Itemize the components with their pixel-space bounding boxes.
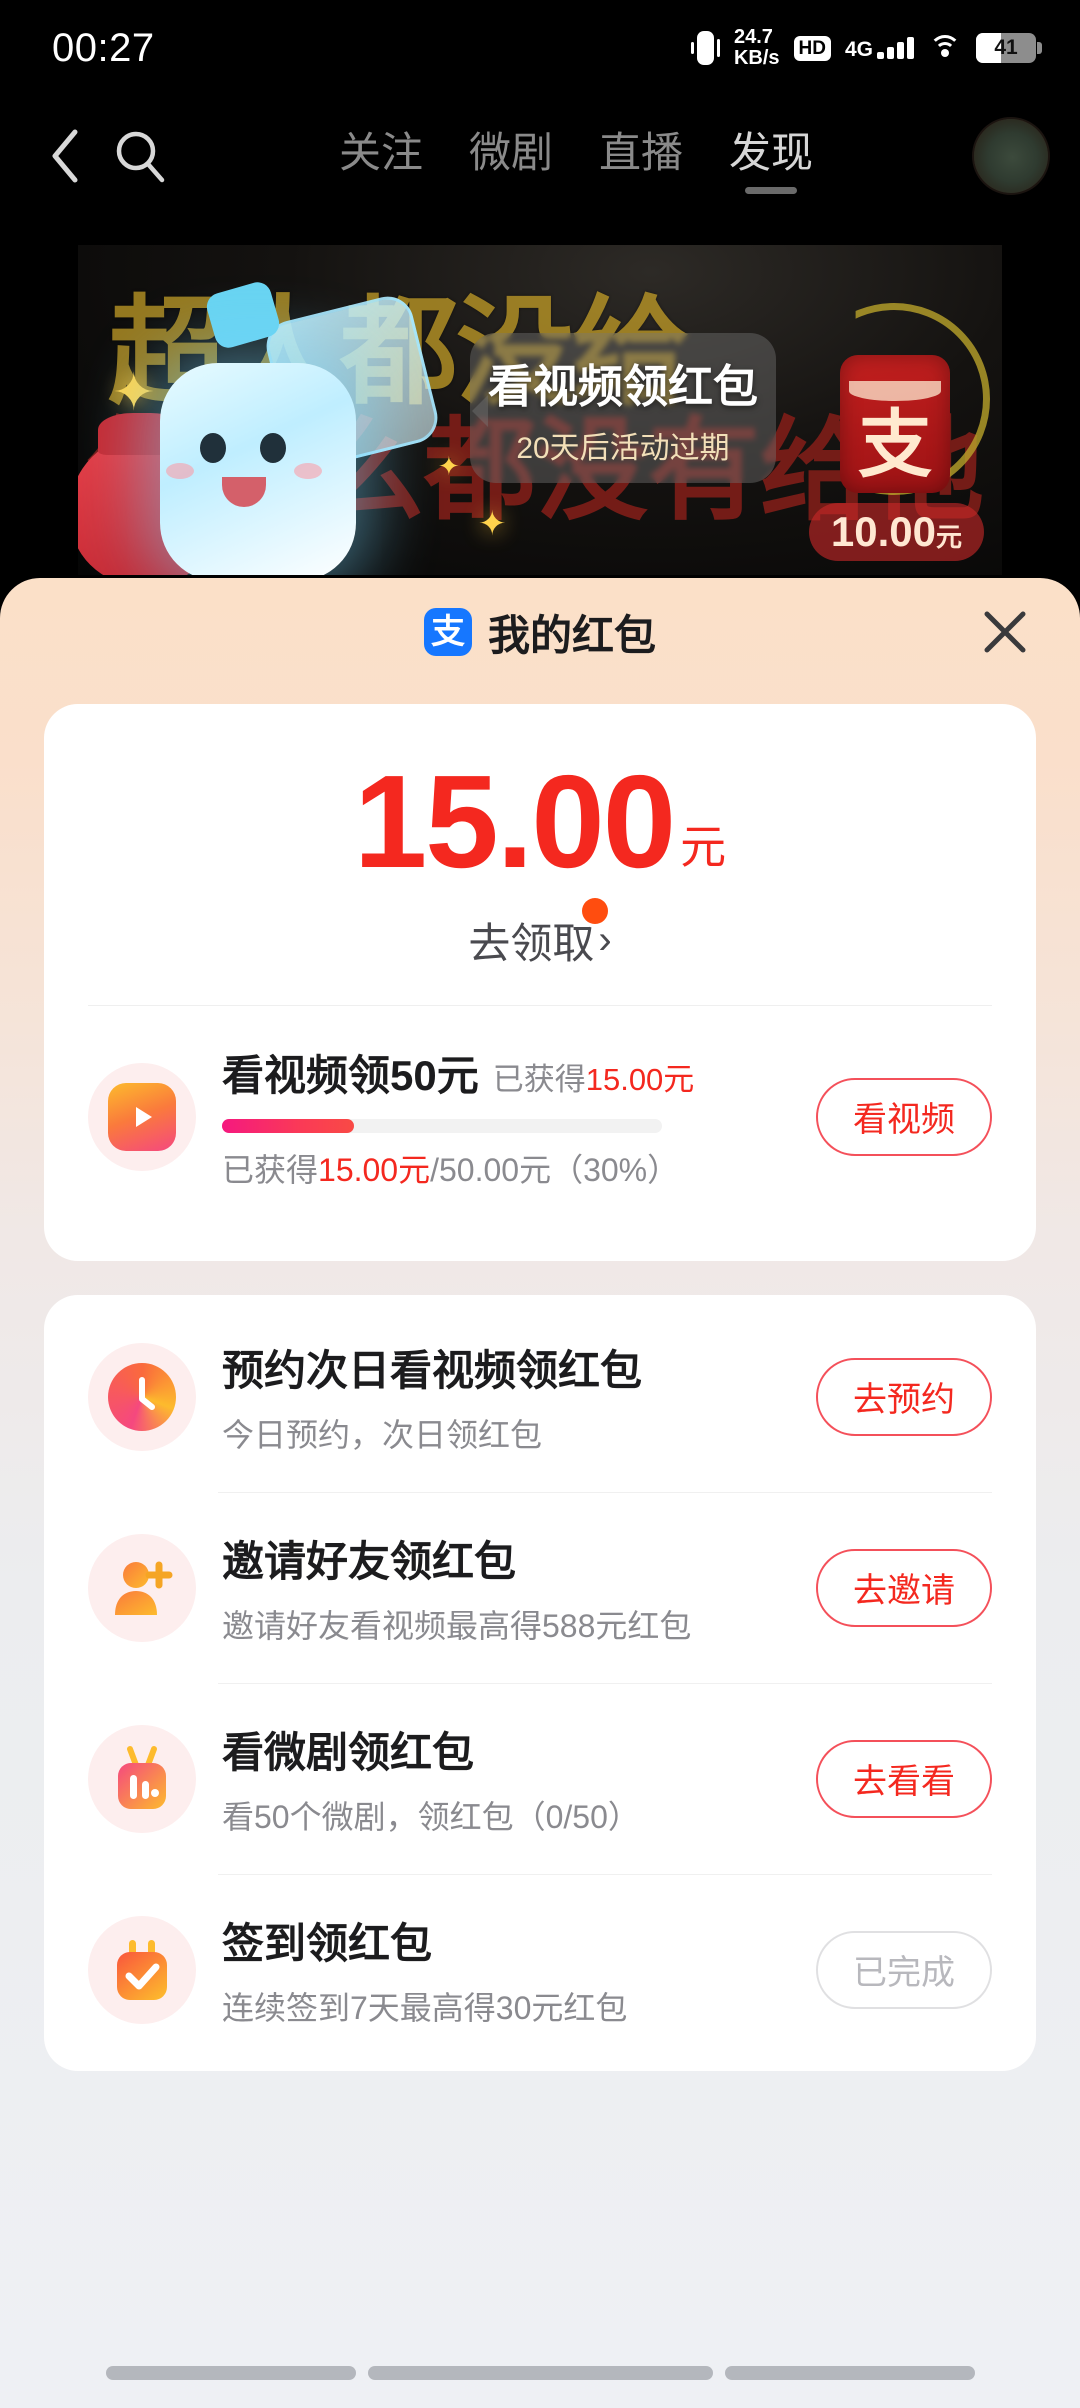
task-body: 预约次日看视频领红包 今日预约，次日领红包 bbox=[222, 1337, 796, 1456]
tv-icon bbox=[88, 1724, 196, 1833]
promo-banner[interactable]: 超人都没给 你什么都没有给他 ✦ ✦ ✦ 支 10.00元 看视频领红包 20天… bbox=[78, 245, 1002, 575]
clock-icon bbox=[88, 1342, 196, 1451]
balance-amount: 15.00 元 bbox=[44, 756, 1036, 888]
red-envelope-amount-unit: 元 bbox=[935, 522, 962, 552]
nav-tab-guanzhu[interactable]: 关注 bbox=[339, 119, 423, 194]
calendar-check-icon bbox=[88, 1915, 196, 2024]
vibrate-icon bbox=[690, 31, 720, 65]
network-speed: 24.7 KB/s bbox=[734, 27, 780, 69]
task-row[interactable]: 邀请好友领红包 邀请好友看视频最高得588元红包 去邀请 bbox=[44, 1492, 1036, 1683]
status-clock: 00:27 bbox=[52, 25, 155, 70]
progress-bar bbox=[222, 1119, 662, 1133]
wifi-icon bbox=[928, 35, 962, 61]
nav-tab-weiju[interactable]: 微剧 bbox=[469, 119, 553, 194]
task-title: 看微剧领红包 bbox=[222, 1729, 475, 1776]
task-subtitle: 看50个微剧，领红包（0/50） bbox=[222, 1799, 640, 1835]
task-subtitle: 连续签到7天最高得30元红包 bbox=[222, 1990, 628, 2026]
sparkle-icon: ✦ bbox=[438, 451, 460, 481]
close-icon[interactable] bbox=[974, 601, 1036, 663]
progress-text-prefix: 已获得 bbox=[222, 1152, 319, 1188]
top-navigation: 关注 微剧 直播 发现 bbox=[0, 96, 1080, 216]
progress-text-suffix: /50.00元（30%） bbox=[430, 1152, 680, 1188]
notification-dot bbox=[582, 898, 608, 924]
avatar[interactable] bbox=[972, 117, 1050, 195]
battery-icon: 41 bbox=[976, 33, 1042, 63]
featured-task-body: 看视频领50元 已获得15.00元 已获得15.00元/50.00元（30%） bbox=[222, 1042, 796, 1191]
task-row[interactable]: 预约次日看视频领红包 今日预约，次日领红包 去预约 bbox=[44, 1301, 1036, 1492]
banner-tooltip-subtitle: 20天后活动过期 bbox=[516, 431, 730, 465]
task-body: 签到领红包 连续签到7天最高得30元红包 bbox=[222, 1910, 796, 2029]
progress-text-value: 15.00元 bbox=[318, 1152, 431, 1188]
status-indicators: 24.7 KB/s HD 4G 41 bbox=[690, 27, 1042, 69]
battery-percent: 41 bbox=[994, 36, 1018, 59]
hd-icon: HD bbox=[793, 35, 831, 61]
play-video-icon bbox=[88, 1062, 196, 1171]
sheet-header: 支 我的红包 bbox=[0, 578, 1080, 686]
banner-tooltip[interactable]: 看视频领红包 20天后活动过期 bbox=[470, 333, 776, 483]
featured-task-progress-text: 已获得15.00元/50.00元（30%） bbox=[222, 1145, 796, 1191]
my-red-packet-sheet: 支 我的红包 15.00 元 去领取 › 看视频领50元 已获得15.00元 已… bbox=[0, 578, 1080, 2408]
featured-task-gained-value: 15.00元 bbox=[585, 1062, 695, 1097]
search-icon[interactable] bbox=[100, 116, 180, 196]
task-button[interactable]: 去看看 bbox=[816, 1739, 992, 1818]
featured-task-button[interactable]: 看视频 bbox=[816, 1077, 992, 1156]
nav-tab-zhibo[interactable]: 直播 bbox=[599, 119, 683, 194]
network-speed-value: 24.7 bbox=[733, 26, 773, 48]
balance-amount-value: 15.00 bbox=[353, 748, 676, 895]
nav-bar-segment[interactable] bbox=[105, 2366, 356, 2380]
featured-task-title-line: 看视频领50元 已获得15.00元 bbox=[222, 1042, 796, 1103]
status-bar: 00:27 24.7 KB/s HD 4G 41 bbox=[0, 0, 1080, 96]
task-body: 邀请好友领红包 邀请好友看视频最高得588元红包 bbox=[222, 1528, 796, 1647]
android-navigation-bar bbox=[0, 2338, 1080, 2408]
banner-tooltip-title: 看视频领红包 bbox=[487, 360, 758, 412]
sheet-title-wrap: 支 我的红包 bbox=[423, 602, 656, 663]
nav-tabs: 关注 微剧 直播 发现 bbox=[180, 119, 972, 194]
balance-amount-unit: 元 bbox=[680, 821, 727, 873]
featured-task-gained-prefix: 已获得 bbox=[492, 1062, 586, 1097]
task-row[interactable]: 看微剧领红包 看50个微剧，领红包（0/50） 去看看 bbox=[44, 1683, 1036, 1874]
featured-task-row[interactable]: 看视频领50元 已获得15.00元 已获得15.00元/50.00元（30%） … bbox=[44, 1006, 1036, 1227]
nav-bar-segment[interactable] bbox=[367, 2366, 713, 2380]
task-subtitle: 邀请好友看视频最高得588元红包 bbox=[222, 1608, 692, 1644]
chevron-right-icon: › bbox=[598, 918, 612, 962]
task-button[interactable]: 去预约 bbox=[816, 1357, 992, 1436]
nav-tab-faxian[interactable]: 发现 bbox=[729, 119, 813, 194]
sparkle-icon: ✦ bbox=[478, 505, 507, 543]
task-button[interactable]: 去邀请 bbox=[816, 1548, 992, 1627]
task-subtitle: 今日预约，次日领红包 bbox=[222, 1417, 543, 1453]
signal-bars bbox=[877, 37, 914, 59]
chevron-left-icon[interactable] bbox=[30, 121, 100, 191]
progress-bar-fill bbox=[222, 1119, 354, 1133]
mascot-illustration bbox=[138, 278, 443, 575]
red-envelope-glyph: 支 bbox=[858, 402, 932, 486]
task-title: 邀请好友领红包 bbox=[222, 1538, 517, 1585]
nav-bar-segment[interactable] bbox=[724, 2366, 975, 2380]
task-title: 签到领红包 bbox=[222, 1920, 433, 1967]
person-add-icon bbox=[88, 1533, 196, 1642]
network-gen-label: 4G bbox=[844, 38, 873, 61]
red-envelope-icon: 支 bbox=[840, 355, 950, 493]
task-button: 已完成 bbox=[816, 1930, 992, 2009]
featured-task-gained: 已获得15.00元 bbox=[493, 1054, 695, 1099]
signal-icon: 4G bbox=[844, 37, 914, 61]
featured-task-title: 看视频领50元 bbox=[222, 1052, 479, 1099]
alipay-logo-icon: 支 bbox=[423, 608, 472, 656]
task-list-card: 预约次日看视频领红包 今日预约，次日领红包 去预约 邀请好友领红包 邀请好友看视… bbox=[44, 1295, 1036, 2071]
claim-link[interactable]: 去领取 › bbox=[44, 898, 1036, 971]
page-title: 我的红包 bbox=[487, 611, 656, 659]
claim-link-label: 去领取 bbox=[468, 920, 595, 967]
red-envelope-amount: 10.00元 bbox=[808, 503, 984, 561]
task-body: 看微剧领红包 看50个微剧，领红包（0/50） bbox=[222, 1719, 796, 1838]
task-title: 预约次日看视频领红包 bbox=[222, 1347, 643, 1394]
balance-card: 15.00 元 去领取 › 看视频领50元 已获得15.00元 已获得15.00… bbox=[44, 704, 1036, 1261]
network-speed-unit: KB/s bbox=[733, 47, 780, 69]
task-row[interactable]: 签到领红包 连续签到7天最高得30元红包 已完成 bbox=[44, 1874, 1036, 2065]
red-envelope-amount-value: 10.00 bbox=[830, 508, 936, 555]
